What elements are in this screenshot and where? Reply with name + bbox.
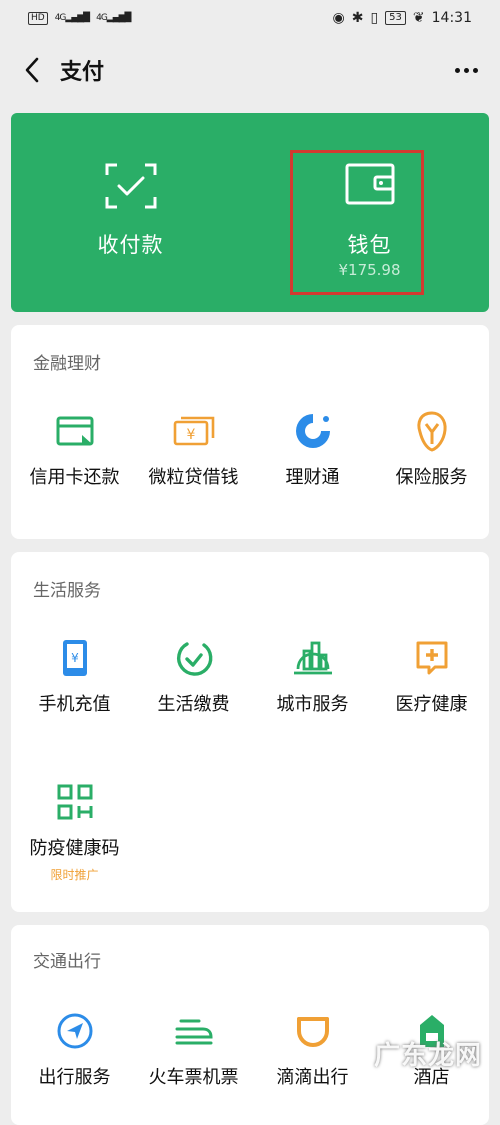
receive-pay-label: 收付款: [97, 233, 164, 257]
medical-health-tile[interactable]: 医疗健康: [372, 636, 491, 716]
status-bar: HD 4G▂▄▆█ 4G▂▄▆█ ◉ ✱ ▯ 53 ❦ 14:31: [0, 0, 500, 36]
clock-time: 14:31: [431, 10, 472, 26]
hd-badge: HD: [28, 11, 48, 25]
signal-1-icon: 4G▂▄▆█: [54, 13, 90, 23]
back-button[interactable]: [18, 56, 46, 84]
phone-topup-tile[interactable]: ¥ 手机充值: [15, 636, 134, 716]
dot-icon: [473, 67, 478, 73]
tile-label: 医疗健康: [395, 694, 468, 715]
tile-label: 城市服务: [276, 694, 349, 715]
more-menu-button[interactable]: [451, 58, 482, 83]
city-services-tile[interactable]: 城市服务: [253, 636, 372, 716]
train-flight-tile[interactable]: 火车票机票: [134, 1009, 253, 1089]
dot-icon: [464, 67, 469, 73]
train-icon: [175, 1019, 213, 1045]
navigation-icon: [57, 1013, 92, 1049]
weilidai-tile[interactable]: ¥ 微粒贷借钱: [134, 409, 253, 489]
tile-label: 微粒贷借钱: [148, 467, 239, 488]
bluetooth-icon: ✱: [351, 10, 364, 26]
chevron-left-icon: [25, 57, 39, 83]
tile-label: 生活缴费: [157, 694, 230, 715]
utility-bill-icon: [176, 642, 212, 676]
medical-icon: [416, 641, 447, 675]
qr-code-icon: [57, 784, 92, 820]
dot-icon: [455, 67, 460, 73]
section-title: 金融理财: [33, 354, 101, 374]
city-buildings-icon: [293, 641, 332, 675]
credit-card-repay-tile[interactable]: 信用卡还款: [15, 409, 134, 489]
scan-check-icon: [105, 163, 156, 209]
section-title: 交通出行: [33, 952, 101, 972]
receive-pay-button[interactable]: 收付款: [11, 113, 250, 312]
life-services-section: 生活服务 ¥ 手机充值 生活缴费 城市服务 医疗健康 防疫健康码 限时推广: [11, 552, 489, 912]
watermark-logo: 广东龙网: [373, 1041, 482, 1071]
didi-icon: [296, 1017, 329, 1047]
didi-tile[interactable]: 滴滴出行: [253, 1009, 372, 1089]
tile-label: 理财通: [285, 467, 340, 488]
highlight-box: [290, 150, 424, 295]
svg-text:¥: ¥: [186, 427, 195, 443]
health-code-tile[interactable]: 防疫健康码 限时推广: [15, 780, 134, 883]
finance-section: 金融理财 信用卡还款 ¥ 微粒贷借钱 理财通 保险服务: [11, 325, 489, 539]
tile-label: 防疫健康码: [29, 838, 120, 859]
signal-2-icon: 4G▂▄▆█: [96, 13, 131, 23]
wealth-icon: [295, 414, 330, 448]
tile-label: 火车票机票: [148, 1067, 239, 1088]
battery-icon: 53: [385, 11, 406, 25]
insurance-icon: [416, 411, 447, 452]
tile-label: 滴滴出行: [276, 1067, 349, 1088]
section-title: 生活服务: [33, 581, 101, 601]
vibrate-icon: ▯: [370, 10, 379, 26]
tile-label: 出行服务: [38, 1067, 111, 1088]
tile-label: 保险服务: [395, 467, 468, 488]
transport-section: 交通出行 出行服务 火车票机票 滴滴出行 酒店: [11, 925, 489, 1125]
phone-topup-icon: ¥: [62, 640, 87, 676]
tile-label: 信用卡还款: [29, 467, 120, 488]
nav-header: 支付: [0, 40, 500, 100]
page-title: 支付: [60, 60, 105, 85]
eye-icon: ◉: [332, 10, 345, 26]
svg-text:¥: ¥: [71, 651, 79, 665]
utility-bill-tile[interactable]: 生活缴费: [134, 636, 253, 716]
promo-badge: 限时推广: [50, 868, 99, 882]
travel-services-tile[interactable]: 出行服务: [15, 1009, 134, 1089]
credit-card-icon: [56, 416, 93, 446]
licaitong-tile[interactable]: 理财通: [253, 409, 372, 489]
insurance-tile[interactable]: 保险服务: [372, 409, 491, 489]
yen-bill-icon: ¥: [173, 416, 214, 446]
pay-top-panel: 收付款 钱包 ¥175.98: [11, 113, 489, 312]
tile-label: 手机充值: [38, 694, 111, 715]
leaf-icon: ❦: [412, 10, 425, 26]
